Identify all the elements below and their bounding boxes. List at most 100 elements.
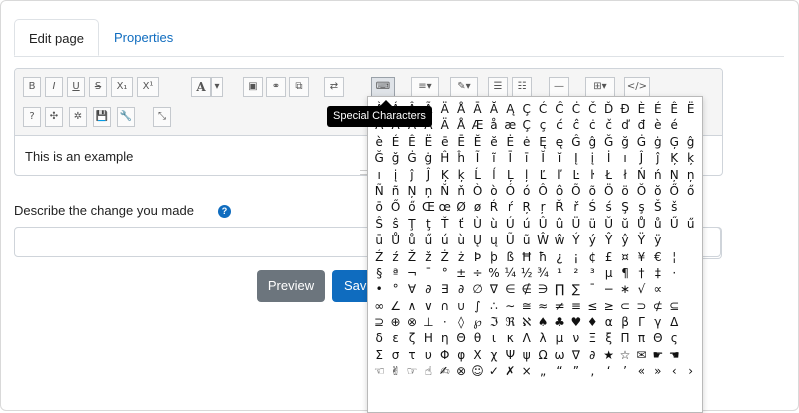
special-character[interactable]: ö: [617, 183, 633, 199]
special-character[interactable]: ė: [519, 134, 535, 150]
special-character[interactable]: ı: [371, 167, 387, 183]
horizontal-rule-icon[interactable]: —: [549, 77, 569, 97]
special-character[interactable]: ε: [387, 330, 403, 346]
special-character[interactable]: ő: [404, 199, 420, 215]
special-character[interactable]: ›: [682, 363, 698, 379]
special-character[interactable]: Θ: [650, 330, 666, 346]
align-dropdown-icon[interactable]: ≡▾: [411, 77, 439, 97]
font-color-button[interactable]: A: [191, 77, 211, 97]
direction-icon[interactable]: ⇄: [324, 77, 344, 97]
special-character[interactable]: ż: [453, 249, 469, 265]
special-character[interactable]: π: [633, 330, 649, 346]
special-character[interactable]: γ: [650, 314, 666, 330]
special-character[interactable]: ∂: [420, 281, 436, 297]
special-character[interactable]: §: [371, 265, 387, 281]
special-character[interactable]: ∇: [568, 347, 584, 363]
special-character[interactable]: ē: [437, 134, 453, 150]
special-character[interactable]: Þ: [469, 249, 485, 265]
special-character[interactable]: ≠: [551, 298, 567, 314]
special-character[interactable]: Ő: [666, 183, 682, 199]
special-character[interactable]: ℜ: [502, 314, 518, 330]
special-character[interactable]: †: [633, 265, 649, 281]
special-character[interactable]: Ń: [633, 167, 649, 183]
special-character[interactable]: Ů: [387, 232, 403, 248]
special-character[interactable]: ÿ: [650, 232, 666, 248]
special-character[interactable]: Į: [568, 150, 584, 166]
special-character[interactable]: ü: [584, 216, 600, 232]
special-character[interactable]: ⊂: [617, 298, 633, 314]
special-character[interactable]: Ψ: [502, 347, 518, 363]
special-character[interactable]: Ô: [535, 183, 551, 199]
special-character[interactable]: ú: [437, 232, 453, 248]
special-character[interactable]: ů: [650, 216, 666, 232]
accessibility-checker-icon[interactable]: ✣: [45, 107, 63, 127]
special-character[interactable]: ∅: [469, 281, 485, 297]
special-character[interactable]: α: [600, 314, 616, 330]
special-character[interactable]: Å: [453, 101, 469, 117]
special-character[interactable]: ō: [371, 199, 387, 215]
special-character[interactable]: Ĵ: [633, 150, 649, 166]
special-character[interactable]: Ĺ: [469, 167, 485, 183]
special-character[interactable]: ğ: [387, 150, 403, 166]
special-character[interactable]: Ď: [600, 101, 616, 117]
special-character[interactable]: θ: [469, 330, 485, 346]
special-character[interactable]: Λ: [519, 330, 535, 346]
special-character[interactable]: ✓: [486, 363, 502, 379]
special-character[interactable]: Ŝ: [371, 216, 387, 232]
special-character[interactable]: Ķ: [666, 150, 682, 166]
special-character[interactable]: Ê: [404, 134, 420, 150]
underline-button[interactable]: U: [67, 77, 85, 97]
special-character[interactable]: ŕ: [502, 199, 518, 215]
special-character[interactable]: Ć: [535, 101, 551, 117]
special-character[interactable]: δ: [371, 330, 387, 346]
special-character[interactable]: Π: [617, 330, 633, 346]
special-character[interactable]: ⊄: [650, 298, 666, 314]
special-character[interactable]: °: [437, 265, 453, 281]
special-character[interactable]: Ä: [437, 117, 453, 133]
special-character[interactable]: Η: [420, 330, 436, 346]
special-character[interactable]: −: [600, 281, 616, 297]
special-character[interactable]: ⊕: [387, 314, 403, 330]
special-character[interactable]: è: [650, 117, 666, 133]
special-character[interactable]: ♣: [551, 314, 567, 330]
special-character[interactable]: ✌: [387, 363, 403, 379]
special-character[interactable]: Ä: [437, 101, 453, 117]
special-character[interactable]: ũ: [519, 232, 535, 248]
special-character[interactable]: Ĩ: [469, 150, 485, 166]
embed-icon[interactable]: ⧉: [289, 77, 309, 97]
special-character[interactable]: %: [486, 265, 502, 281]
special-character[interactable]: œ: [437, 199, 453, 215]
special-character[interactable]: ¬: [404, 265, 420, 281]
special-character[interactable]: ≅: [519, 298, 535, 314]
special-character[interactable]: ŗ: [535, 199, 551, 215]
special-character[interactable]: š: [666, 199, 682, 215]
special-character[interactable]: Ξ: [584, 330, 600, 346]
special-character[interactable]: Ă: [486, 101, 502, 117]
special-character[interactable]: Ġ: [633, 134, 649, 150]
special-character[interactable]: ź: [387, 249, 403, 265]
special-character[interactable]: ľ: [551, 167, 567, 183]
special-character[interactable]: ‘: [600, 363, 616, 379]
special-character[interactable]: Ė: [502, 134, 518, 150]
special-character[interactable]: Œ: [420, 199, 436, 215]
special-character[interactable]: ċ: [584, 117, 600, 133]
special-character[interactable]: Š: [650, 199, 666, 215]
special-character[interactable]: ŏ: [650, 183, 666, 199]
special-character[interactable]: ∂: [584, 347, 600, 363]
special-character[interactable]: ’: [617, 363, 633, 379]
tab-properties[interactable]: Properties: [100, 19, 187, 56]
special-character[interactable]: ĥ: [453, 150, 469, 166]
special-character[interactable]: ‡: [650, 265, 666, 281]
special-character[interactable]: Ť: [437, 216, 453, 232]
special-character[interactable]: Æ: [469, 117, 485, 133]
special-character[interactable]: ℵ: [519, 314, 535, 330]
special-character[interactable]: «: [633, 363, 649, 379]
special-character[interactable]: ω: [551, 347, 567, 363]
special-character[interactable]: ł: [617, 167, 633, 183]
special-character[interactable]: Ľ: [535, 167, 551, 183]
special-character[interactable]: Ĕ: [469, 134, 485, 150]
fullscreen-icon[interactable]: ⤡: [153, 107, 171, 127]
special-character[interactable]: η: [437, 330, 453, 346]
special-character[interactable]: ĕ: [486, 134, 502, 150]
special-character[interactable]: ∴: [486, 298, 502, 314]
